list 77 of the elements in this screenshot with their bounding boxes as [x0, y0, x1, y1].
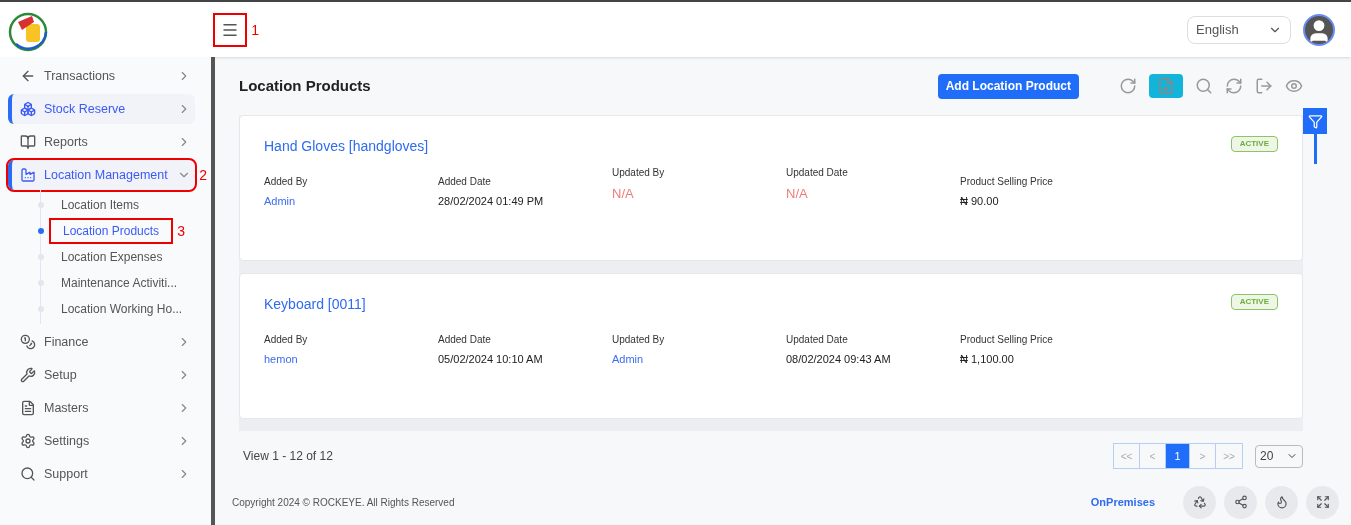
exit-icon[interactable] [1255, 77, 1273, 95]
page-button[interactable]: 1 [1166, 444, 1190, 468]
view-summary: View 1 - 12 of 12 [243, 448, 333, 465]
refresh-icon[interactable] [1225, 77, 1243, 95]
nodes-icon [1233, 495, 1248, 509]
product-title[interactable]: Keyboard [0011] [264, 294, 366, 315]
nav-item[interactable]: Setup [8, 360, 195, 390]
scrollbar [1313, 134, 1317, 164]
language-select[interactable]: English [1187, 15, 1291, 44]
field-value: 05/02/2024 10:10 AM [438, 352, 544, 367]
status-badge: ACTIVE [1230, 294, 1278, 310]
expand-icon [1315, 495, 1330, 509]
nav-subitem[interactable]: Maintenance Activiti... [49, 272, 190, 294]
recycle-icon [1192, 495, 1207, 509]
field-value: 28/02/2024 01:49 PM [438, 194, 545, 209]
footer-icon-button[interactable] [1224, 485, 1257, 519]
footer-icon-button[interactable] [1306, 485, 1339, 519]
flame-icon [1274, 495, 1289, 509]
nav-item[interactable]: Transactions [8, 61, 195, 91]
menu-button[interactable] [213, 12, 247, 47]
field-label: Product Selling Price [960, 175, 1054, 189]
settings-icon [20, 433, 36, 449]
boxes-icon [20, 101, 36, 117]
file-download-icon [1157, 77, 1175, 95]
field-value[interactable]: Admin [264, 193, 438, 210]
field-value: 08/02/2024 09:43 AM [786, 352, 892, 367]
annotation-number: 3 [177, 222, 186, 241]
field-label: Updated Date [786, 333, 849, 347]
avatar[interactable] [1303, 13, 1335, 46]
field-label: Added Date [438, 333, 492, 347]
wrench-icon [20, 367, 36, 383]
field-value: N/A [612, 185, 635, 203]
add-button[interactable]: Add Location Product [937, 73, 1079, 99]
nav-item[interactable]: Finance [8, 327, 195, 357]
field-label: Added Date [438, 175, 492, 189]
coins-icon [20, 334, 36, 350]
nav-subitem[interactable]: Location Items [49, 194, 152, 216]
footer-icon-button[interactable] [1265, 485, 1298, 519]
field-value: N/A [786, 185, 809, 203]
nav-subitem[interactable]: Location Products [49, 218, 174, 244]
status-badge: ACTIVE [1230, 136, 1278, 152]
field-label: Product Selling Price [960, 333, 1054, 347]
search-icon [20, 466, 36, 482]
page-size-select[interactable]: 20 [1255, 444, 1303, 468]
eye-icon[interactable] [1285, 77, 1303, 95]
nav-item[interactable]: Settings [8, 426, 195, 456]
field-label: Added By [264, 175, 309, 189]
footer-icon-button[interactable] [1183, 485, 1216, 519]
reload-icon[interactable] [1119, 77, 1137, 95]
nav-item[interactable]: Masters [8, 393, 195, 423]
field-value: ₦ 90.00 [960, 194, 1000, 209]
field-label: Updated By [612, 333, 666, 347]
field-label: Added By [264, 333, 309, 347]
nav-item[interactable]: Support [8, 459, 195, 489]
nav-item[interactable]: Reports [8, 127, 195, 157]
page-title: Location Products [239, 75, 371, 96]
nav-subitem[interactable]: Location Working Ho... [49, 298, 195, 320]
nav-subitem[interactable]: Location Expenses [49, 246, 175, 268]
copyright-text: Copyright 2024 © ROCKEYE. All Rights Reserved [232, 495, 455, 510]
field-label: Updated By [612, 166, 666, 180]
field-value: ₦ 1,100.00 [960, 352, 1015, 367]
field-label: Updated Date [786, 166, 849, 180]
filter-button[interactable] [1303, 108, 1327, 134]
export-button[interactable] [1149, 74, 1183, 98]
nav-item[interactable]: Stock Reserve [8, 94, 195, 124]
factory-icon [20, 167, 36, 183]
nav-item[interactable]: Location Management [8, 160, 195, 190]
annotation-number: 2 [199, 166, 207, 185]
document-icon [20, 400, 36, 416]
product-title[interactable]: Hand Gloves [handgloves] [264, 136, 429, 157]
annotation-number: 1 [251, 20, 259, 40]
field-value[interactable]: Admin [612, 351, 786, 368]
filter-icon [1307, 113, 1323, 129]
search-icon[interactable] [1195, 77, 1213, 95]
book-icon [20, 134, 36, 150]
mode-label: OnPremises [1090, 494, 1155, 510]
field-value[interactable]: hemon [264, 351, 438, 368]
